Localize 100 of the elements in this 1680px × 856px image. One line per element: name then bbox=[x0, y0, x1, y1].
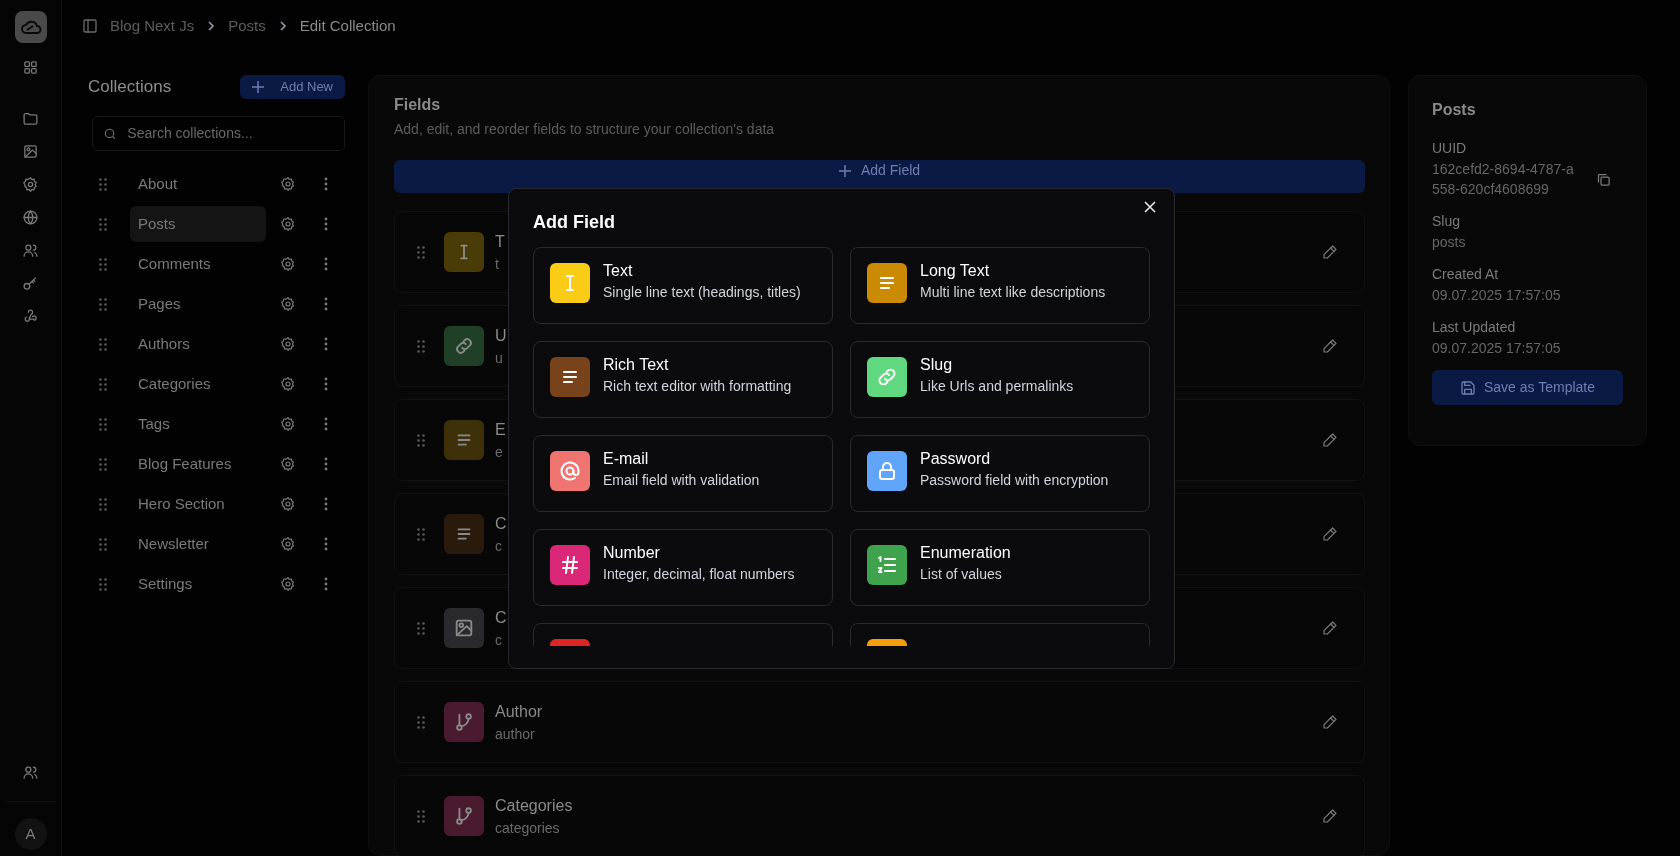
collection-item[interactable]: Comments bbox=[130, 246, 266, 282]
dashboard-icon[interactable] bbox=[22, 59, 39, 76]
option-title: Slug bbox=[920, 355, 954, 375]
collection-item[interactable]: Blog Features bbox=[130, 446, 266, 482]
drag-handle-icon[interactable] bbox=[417, 245, 425, 259]
drag-handle-icon[interactable] bbox=[417, 433, 425, 447]
drag-handle-icon[interactable] bbox=[417, 339, 425, 353]
collection-item[interactable]: Hero Section bbox=[130, 486, 266, 522]
drag-handle-icon[interactable] bbox=[99, 417, 107, 431]
field-key: t bbox=[495, 254, 499, 273]
collection-item[interactable]: Newsletter bbox=[130, 526, 266, 562]
more-icon[interactable] bbox=[324, 377, 328, 391]
more-icon[interactable] bbox=[324, 337, 328, 351]
drag-handle-icon[interactable] bbox=[417, 621, 425, 635]
field-type-option[interactable]: E-mail Email field with validation bbox=[533, 435, 833, 512]
user-avatar[interactable]: A bbox=[14, 818, 47, 850]
detail-label: Created At bbox=[1432, 265, 1500, 284]
more-icon[interactable] bbox=[324, 497, 328, 511]
settings-icon[interactable] bbox=[280, 336, 296, 352]
edit-icon[interactable] bbox=[1322, 338, 1338, 354]
users-icon[interactable] bbox=[22, 242, 39, 259]
fields-title: Fields bbox=[394, 95, 442, 115]
edit-icon[interactable] bbox=[1322, 714, 1338, 730]
field-type-option[interactable]: Enumeration List of values bbox=[850, 529, 1150, 606]
drag-handle-icon[interactable] bbox=[99, 337, 107, 351]
edit-icon[interactable] bbox=[1322, 808, 1338, 824]
settings-icon[interactable] bbox=[280, 216, 296, 232]
drag-handle-icon[interactable] bbox=[99, 177, 107, 191]
collection-item[interactable]: Posts bbox=[130, 206, 266, 242]
collection-item[interactable]: Settings bbox=[130, 566, 266, 602]
drag-handle-icon[interactable] bbox=[99, 217, 107, 231]
collection-item[interactable]: Pages bbox=[130, 286, 266, 322]
field-name: Categories bbox=[495, 795, 573, 816]
drag-handle-icon[interactable] bbox=[99, 377, 107, 391]
settings-icon[interactable] bbox=[280, 456, 296, 472]
settings-icon[interactable] bbox=[280, 496, 296, 512]
drag-handle-icon[interactable] bbox=[99, 457, 107, 471]
drag-handle-icon[interactable] bbox=[99, 537, 107, 551]
globe-icon[interactable] bbox=[22, 209, 39, 226]
field-row[interactable]: Author author bbox=[394, 681, 1365, 763]
settings-icon[interactable] bbox=[280, 256, 296, 272]
settings-icon[interactable] bbox=[280, 176, 296, 192]
drag-handle-icon[interactable] bbox=[417, 715, 425, 729]
collection-item[interactable]: Authors bbox=[130, 326, 266, 362]
drag-handle-icon[interactable] bbox=[99, 257, 107, 271]
search-input[interactable]: Search collections... bbox=[127, 123, 334, 144]
more-icon[interactable] bbox=[324, 297, 328, 311]
option-description: Password field with encryption bbox=[920, 471, 1109, 490]
field-type-option[interactable]: Text Single line text (headings, titles) bbox=[533, 247, 833, 324]
search-field[interactable]: Search collections... bbox=[92, 116, 345, 151]
collection-item[interactable]: Categories bbox=[130, 366, 266, 402]
users-icon[interactable] bbox=[22, 764, 39, 781]
more-icon[interactable] bbox=[324, 577, 328, 591]
edit-icon[interactable] bbox=[1322, 620, 1338, 636]
drag-handle-icon[interactable] bbox=[99, 497, 107, 511]
field-type-option[interactable]: Slug Like Urls and permalinks bbox=[850, 341, 1150, 418]
field-key: author bbox=[495, 724, 535, 743]
edit-icon[interactable] bbox=[1322, 432, 1338, 448]
image-icon[interactable] bbox=[22, 143, 39, 160]
plus-icon bbox=[838, 164, 851, 177]
field-name: U bbox=[495, 325, 507, 346]
edit-icon[interactable] bbox=[1322, 244, 1338, 260]
drag-handle-icon[interactable] bbox=[99, 577, 107, 591]
key-icon[interactable] bbox=[22, 275, 39, 292]
collection-item[interactable]: Tags bbox=[130, 406, 266, 442]
more-icon[interactable] bbox=[324, 417, 328, 431]
detail-label: Slug bbox=[1432, 212, 1462, 231]
settings-icon[interactable] bbox=[280, 376, 296, 392]
more-icon[interactable] bbox=[324, 537, 328, 551]
field-type-option[interactable]: Number Integer, decimal, float numbers bbox=[533, 529, 833, 606]
collection-item[interactable]: About bbox=[130, 166, 266, 202]
drag-handle-icon[interactable] bbox=[417, 809, 425, 823]
more-icon[interactable] bbox=[324, 177, 328, 191]
drag-handle-icon[interactable] bbox=[99, 297, 107, 311]
save-template-button[interactable]: Save as Template bbox=[1432, 370, 1623, 405]
more-icon[interactable] bbox=[324, 457, 328, 471]
field-key: u bbox=[495, 348, 503, 367]
add-new-button[interactable]: Add New bbox=[240, 75, 345, 99]
field-type-option[interactable]: Rich Text Rich text editor with formatting bbox=[533, 341, 833, 418]
edit-icon[interactable] bbox=[1322, 526, 1338, 542]
option-description: List of values bbox=[920, 565, 1003, 584]
copy-icon[interactable] bbox=[1596, 171, 1611, 187]
settings-icon[interactable] bbox=[280, 416, 296, 432]
breadcrumb-link[interactable]: Posts bbox=[228, 14, 266, 38]
drag-handle-icon[interactable] bbox=[417, 527, 425, 541]
folder-icon[interactable] bbox=[22, 110, 39, 127]
more-icon[interactable] bbox=[324, 257, 328, 271]
sidebar-toggle-icon[interactable] bbox=[82, 18, 98, 34]
field-row[interactable]: Categories categories bbox=[394, 775, 1365, 856]
detail-value: 162cefd2-8694-4787-a558-620cf4608699 bbox=[1432, 160, 1575, 199]
settings-icon[interactable] bbox=[280, 576, 296, 592]
breadcrumb-link[interactable]: Blog Next Js bbox=[110, 14, 195, 38]
settings-icon[interactable] bbox=[280, 296, 296, 312]
field-type-option[interactable]: Password Password field with encryption bbox=[850, 435, 1150, 512]
close-icon[interactable] bbox=[1142, 199, 1158, 215]
webhook-icon[interactable] bbox=[22, 308, 39, 325]
more-icon[interactable] bbox=[324, 217, 328, 231]
settings-icon[interactable] bbox=[22, 176, 39, 193]
field-type-option[interactable]: Long Text Multi line text like descriptions bbox=[850, 247, 1150, 324]
settings-icon[interactable] bbox=[280, 536, 296, 552]
